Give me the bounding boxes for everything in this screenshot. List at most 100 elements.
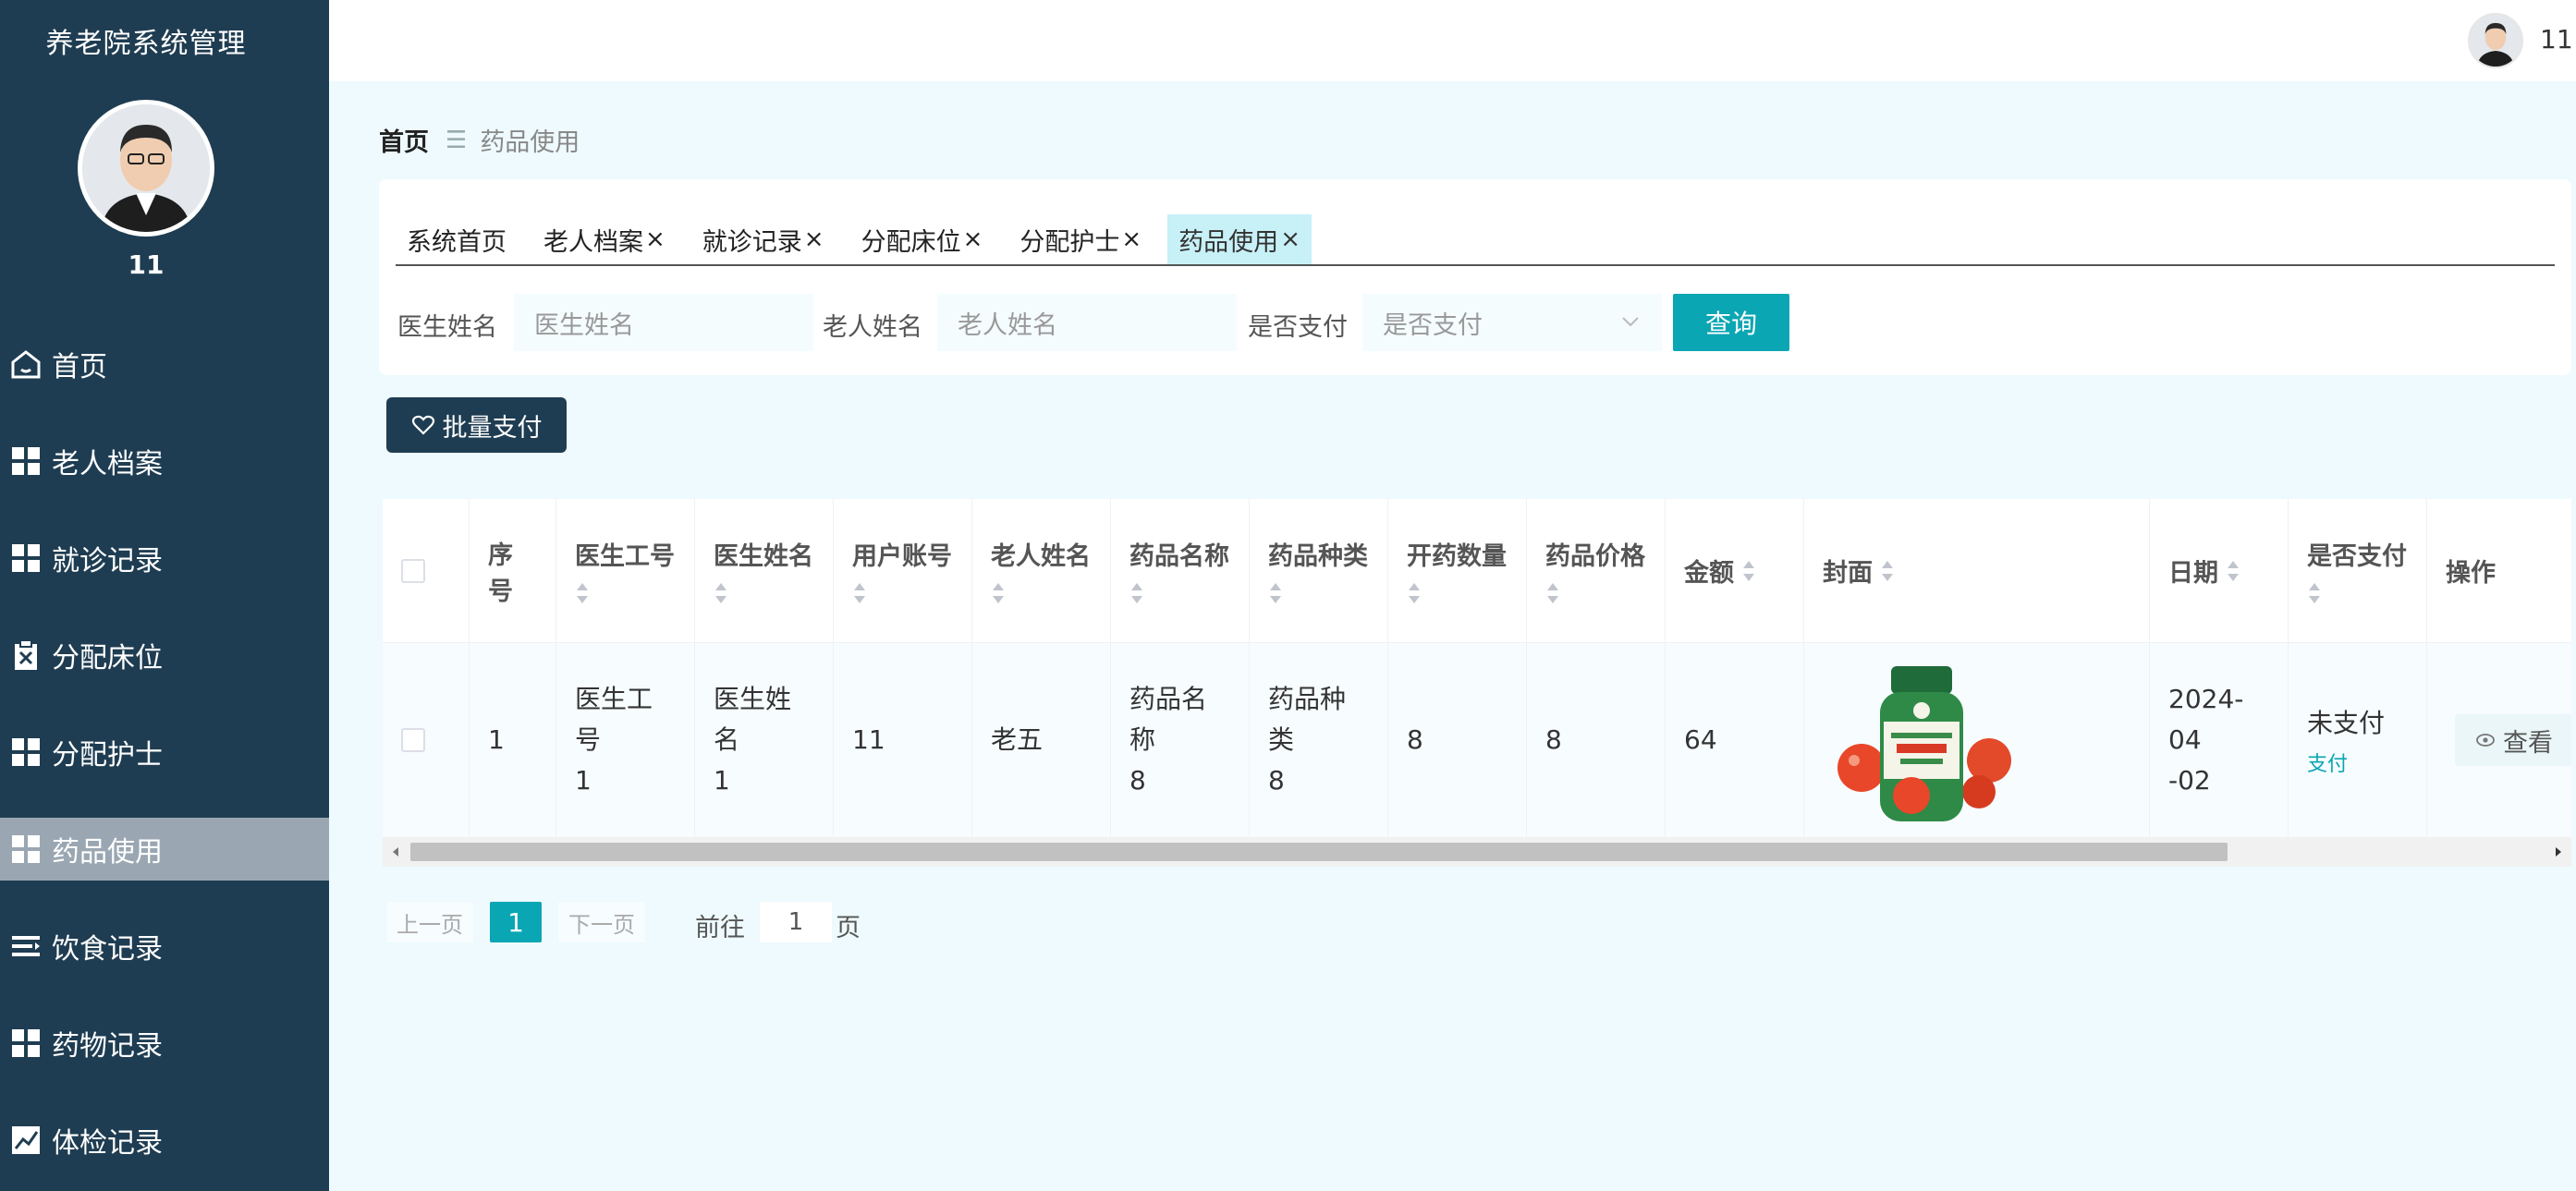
pay-link[interactable]: 支付 bbox=[2307, 747, 2408, 777]
tab-assign-bed[interactable]: 分配床位 × bbox=[850, 214, 995, 264]
sort-icon[interactable] bbox=[2307, 581, 2322, 605]
header-doctor-name[interactable]: 医生姓名 bbox=[695, 499, 834, 642]
sort-icon[interactable] bbox=[1407, 581, 1422, 605]
cell-price-text: 8 bbox=[1545, 724, 1562, 755]
tab-label: 分配床位 bbox=[861, 227, 961, 257]
page-number-current[interactable]: 1 bbox=[490, 902, 542, 942]
header-index: 序号 bbox=[470, 499, 556, 642]
close-icon[interactable]: × bbox=[1121, 225, 1141, 253]
tab-assign-nurse[interactable]: 分配护士 × bbox=[1008, 214, 1153, 264]
sidebar-item-label: 老人档案 bbox=[52, 448, 163, 480]
breadcrumb-separator-icon: ☰ bbox=[446, 126, 468, 154]
next-page-button[interactable]: 下一页 bbox=[558, 902, 645, 942]
tab-visit-record[interactable]: 就诊记录 × bbox=[691, 214, 836, 264]
header-cover[interactable]: 封面 bbox=[1804, 499, 2150, 642]
header-account[interactable]: 用户账号 bbox=[834, 499, 972, 642]
cell-date-line1: 2024-04 bbox=[2168, 684, 2244, 755]
tab-system-home[interactable]: 系统首页 bbox=[396, 214, 518, 264]
header-price[interactable]: 药品价格 bbox=[1527, 499, 1666, 642]
tab-elder-archive[interactable]: 老人档案 × bbox=[532, 214, 677, 264]
header-doctor-name-label: 医生姓名 bbox=[714, 542, 813, 571]
sort-icon[interactable] bbox=[714, 581, 728, 605]
filter-row: 医生姓名 医生姓名 老人姓名 老人姓名 是否支付 是否支付 查询 bbox=[379, 294, 2571, 351]
sidebar-item-label: 饮食记录 bbox=[52, 933, 163, 966]
cell-date: 2024-04 -02 bbox=[2150, 643, 2289, 837]
header-cover-label: 封面 bbox=[1823, 559, 1873, 588]
close-icon[interactable]: × bbox=[804, 225, 824, 253]
sort-icon[interactable] bbox=[1268, 581, 1283, 605]
tab-label: 老人档案 bbox=[543, 227, 643, 257]
close-icon[interactable]: × bbox=[963, 225, 983, 253]
cell-doctor-id-line1: 医生工号 bbox=[575, 684, 653, 755]
sidebar-item-assign-nurse[interactable]: 分配护士 bbox=[0, 721, 329, 784]
view-button-label: 查看 bbox=[2503, 728, 2553, 758]
doctor-name-label: 医生姓名 bbox=[397, 313, 497, 342]
header-avatar[interactable] bbox=[2468, 13, 2523, 68]
chevron-down-icon bbox=[1622, 317, 1639, 327]
sort-icon[interactable] bbox=[852, 581, 867, 605]
sort-icon[interactable] bbox=[1741, 559, 1756, 583]
header-drug-name-label: 药品名称 bbox=[1129, 542, 1229, 571]
prev-page-button[interactable]: 上一页 bbox=[386, 902, 473, 942]
horizontal-scrollbar[interactable] bbox=[383, 837, 2571, 867]
header-date-label: 日期 bbox=[2168, 559, 2218, 588]
scroll-right-icon[interactable] bbox=[2549, 843, 2568, 861]
cell-paid: 未支付 支付 bbox=[2289, 643, 2427, 837]
row-checkbox[interactable] bbox=[401, 728, 425, 752]
tab-drug-usage[interactable]: 药品使用 × bbox=[1167, 214, 1312, 264]
paid-status-select[interactable]: 是否支付 bbox=[1362, 294, 1662, 351]
close-icon[interactable]: × bbox=[645, 225, 665, 253]
header-drug-name[interactable]: 药品名称 bbox=[1111, 499, 1250, 642]
sidebar-item-medicine-record[interactable]: 药物记录 bbox=[0, 1012, 329, 1075]
sidebar-item-label: 体检记录 bbox=[52, 1127, 163, 1160]
sort-icon[interactable] bbox=[991, 581, 1006, 605]
elder-name-label: 老人姓名 bbox=[823, 313, 922, 342]
header-elder-name[interactable]: 老人姓名 bbox=[972, 499, 1111, 642]
header-doctor-id[interactable]: 医生工号 bbox=[556, 499, 695, 642]
close-icon[interactable]: × bbox=[1280, 225, 1300, 253]
sort-icon[interactable] bbox=[1129, 581, 1144, 605]
sidebar-item-home[interactable]: 首页 bbox=[0, 333, 329, 395]
sort-icon[interactable] bbox=[2226, 559, 2240, 583]
scroll-left-icon[interactable] bbox=[386, 843, 405, 861]
cell-quantity-text: 8 bbox=[1407, 724, 1423, 755]
cell-drug-name-line1: 药品名称 bbox=[1129, 684, 1208, 755]
header-paid[interactable]: 是否支付 bbox=[2289, 499, 2427, 642]
header-drug-type[interactable]: 药品种类 bbox=[1250, 499, 1388, 642]
view-button[interactable]: 查看 bbox=[2455, 714, 2571, 766]
breadcrumb-home[interactable]: 首页 bbox=[379, 122, 429, 158]
batch-pay-button[interactable]: 批量支付 bbox=[386, 397, 567, 453]
sort-icon[interactable] bbox=[1880, 559, 1895, 583]
header-index-label: 序号 bbox=[488, 541, 513, 606]
sidebar-item-drug-usage[interactable]: 药品使用 bbox=[0, 818, 329, 881]
goto-page-input[interactable]: 1 bbox=[760, 902, 832, 942]
select-all-checkbox[interactable] bbox=[401, 558, 425, 583]
cell-doctor-name: 医生姓名 1 bbox=[695, 643, 834, 837]
sidebar-item-elder-archive[interactable]: 老人档案 bbox=[0, 430, 329, 492]
sidebar-menu: 首页 老人档案 就诊记录 分配床位 分配护士 药品使用 饮食记录 药物记录 体检… bbox=[0, 333, 329, 1191]
scrollbar-thumb[interactable] bbox=[410, 843, 2228, 861]
sort-icon[interactable] bbox=[1545, 581, 1560, 605]
sidebar: 养老院系统管理 11 首页 老人档案 就诊记录 分配床位 分配护士 药品使用 饮… bbox=[0, 0, 329, 1191]
row-select-cell bbox=[383, 643, 470, 837]
sidebar-item-diet-record[interactable]: 饮食记录 bbox=[0, 915, 329, 978]
elder-name-input[interactable]: 老人姓名 bbox=[937, 294, 1237, 351]
sidebar-item-assign-bed[interactable]: 分配床位 bbox=[0, 624, 329, 687]
cell-elder-name: 老五 bbox=[972, 643, 1111, 837]
paid-status-text: 未支付 bbox=[2307, 708, 2386, 738]
sort-icon[interactable] bbox=[575, 581, 590, 605]
drug-cover-image[interactable] bbox=[1826, 657, 2021, 823]
header-amount[interactable]: 金额 bbox=[1666, 499, 1804, 642]
doctor-name-input[interactable]: 医生姓名 bbox=[514, 294, 813, 351]
breadcrumb-current: 药品使用 bbox=[480, 128, 580, 157]
sidebar-item-visit-record[interactable]: 就诊记录 bbox=[0, 527, 329, 589]
drug-usage-table: 序号 医生工号 医生姓名 用户账号 老人姓名 药品名称 药品种类 开药数量 药品… bbox=[383, 499, 2571, 867]
sidebar-avatar[interactable] bbox=[78, 100, 214, 237]
header-username[interactable]: 11 bbox=[2540, 24, 2573, 55]
header-date[interactable]: 日期 bbox=[2150, 499, 2289, 642]
sidebar-item-checkup-record[interactable]: 体检记录 bbox=[0, 1109, 329, 1172]
header-doctor-id-label: 医生工号 bbox=[575, 542, 675, 571]
query-button[interactable]: 查询 bbox=[1673, 294, 1789, 351]
sidebar-item-label: 药品使用 bbox=[52, 836, 163, 869]
header-quantity[interactable]: 开药数量 bbox=[1388, 499, 1527, 642]
